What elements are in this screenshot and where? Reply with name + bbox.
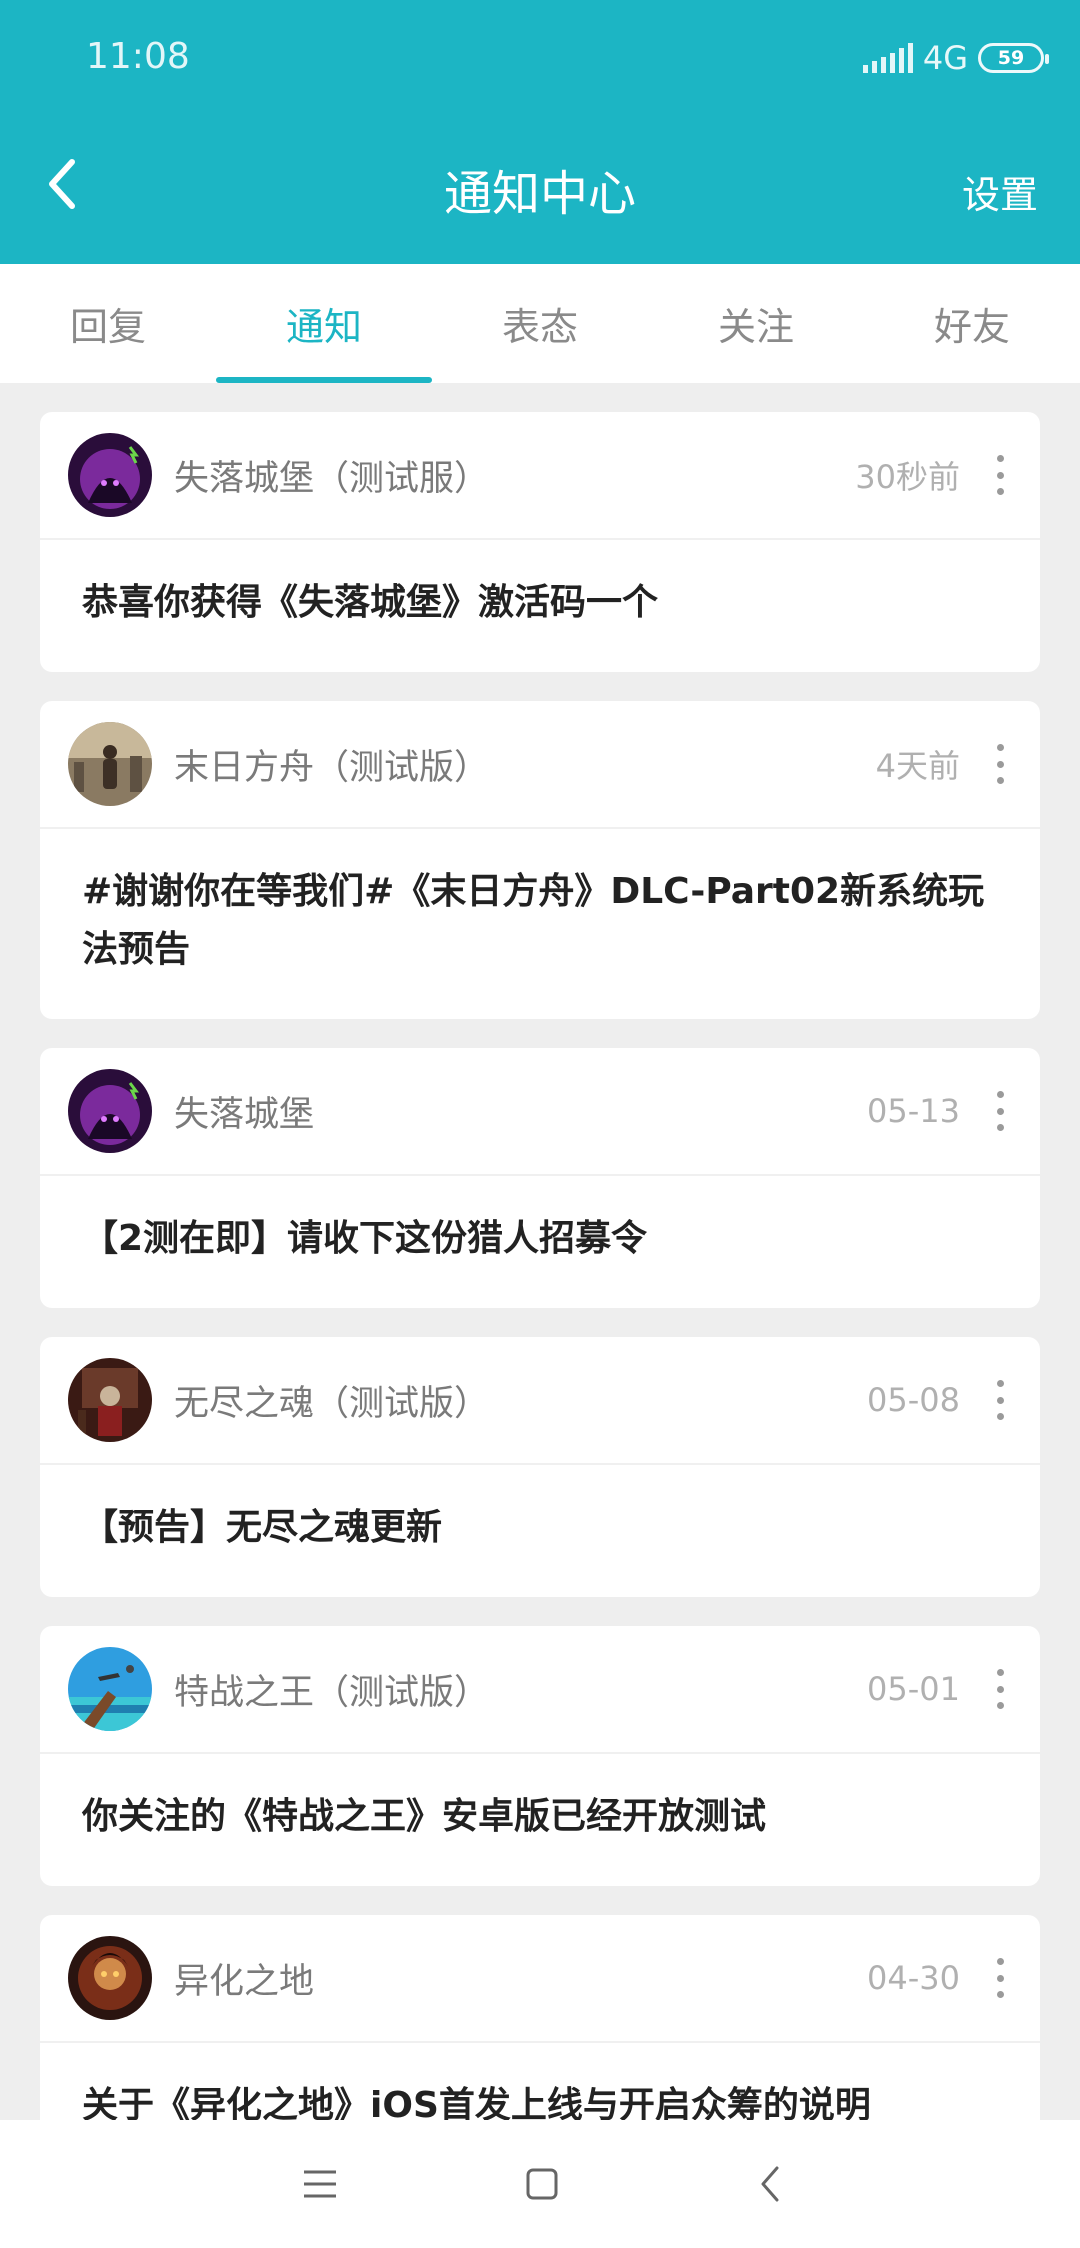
nav-back-button[interactable] [740,2154,800,2214]
game-name: 无尽之魂（测试版） [174,1383,490,1424]
card-header: 无尽之魂（测试版） 05-08 [40,1337,1040,1465]
home-button[interactable] [512,2154,572,2214]
game-name: 失落城堡 [174,1094,315,1135]
doomsday-ark-avatar-icon [68,722,152,806]
menu-button[interactable] [290,2154,350,2214]
special-forces-avatar-icon [68,1647,152,1731]
notification-card[interactable]: 无尽之魂（测试版） 05-08 【预告】无尽之魂更新 [40,1337,1040,1597]
timestamp: 05-13 [867,1092,960,1130]
notification-list: 失落城堡（测试服） 30秒前 恭喜你获得《失落城堡》激活码一个 末日方舟（测试版… [40,412,1040,2204]
tab-label: 回复 [69,305,146,349]
tab-friends[interactable]: 好友 [864,264,1080,383]
game-name: 失落城堡（测试服） [174,458,490,499]
settings-button[interactable]: 设置 [962,164,1038,219]
game-name: 异化之地 [174,1961,315,2002]
notification-message: 【2测在即】请收下这份猎人招募令 [82,1218,648,1259]
card-header: 失落城堡 05-13 [40,1048,1040,1176]
timestamp: 05-08 [867,1381,960,1419]
system-nav-bar [0,2120,1080,2248]
battery-level: 59 [997,47,1025,69]
home-square-icon [526,2168,558,2200]
alien-land-avatar-icon [68,1936,152,2020]
lost-castle-avatar-icon [68,1069,152,1153]
tab-reactions[interactable]: 表态 [432,264,648,383]
notification-card[interactable]: 末日方舟（测试版） 4天前 #谢谢你在等我们#《末日方舟》DLC-Part02新… [40,701,1040,1019]
game-avatar[interactable] [68,722,152,806]
card-header: 末日方舟（测试版） 4天前 [40,701,1040,829]
card-header: 失落城堡（测试服） 30秒前 [40,412,1040,540]
chevron-left-icon [761,2166,779,2202]
game-avatar[interactable] [68,1358,152,1442]
card-header: 异化之地 04-30 [40,1915,1040,2043]
game-avatar[interactable] [68,1936,152,2020]
card-header: 特战之王（测试版） 05-01 [40,1626,1040,1754]
tab-following[interactable]: 关注 [648,264,864,383]
active-tab-indicator [216,377,432,383]
more-options-icon[interactable] [988,1665,1012,1713]
notification-card[interactable]: 失落城堡（测试服） 30秒前 恭喜你获得《失落城堡》激活码一个 [40,412,1040,672]
game-name: 特战之王（测试版） [174,1672,490,1713]
tab-label: 通知 [285,305,362,349]
notification-message: 【预告】无尽之魂更新 [82,1507,443,1548]
notification-card[interactable]: 特战之王（测试版） 05-01 你关注的《特战之王》安卓版已经开放测试 [40,1626,1040,1886]
timestamp: 04-30 [867,1959,960,1997]
notification-message: #谢谢你在等我们#《末日方舟》DLC-Part02新系统玩法预告 [82,871,985,970]
tab-bar: 回复 通知 表态 关注 好友 [0,264,1080,383]
status-time: 11:08 [86,36,190,77]
game-avatar[interactable] [68,1647,152,1731]
signal-icon [862,43,913,73]
app-header: 11:08 4G 59 通知中心 设置 [0,0,1080,264]
tab-replies[interactable]: 回复 [0,264,216,383]
timestamp: 30秒前 [855,458,960,496]
timestamp: 05-01 [867,1670,960,1708]
notification-message: 恭喜你获得《失落城堡》激活码一个 [82,582,659,623]
network-type: 4G [922,39,968,77]
timestamp: 4天前 [875,747,960,785]
battery-icon: 59 [978,43,1049,73]
more-options-icon[interactable] [988,1087,1012,1135]
tab-label: 表态 [501,305,578,349]
tab-label: 好友 [933,305,1010,349]
notification-card[interactable]: 失落城堡 05-13 【2测在即】请收下这份猎人招募令 [40,1048,1040,1308]
game-name: 末日方舟（测试版） [174,747,490,788]
lost-castle-avatar-icon [68,433,152,517]
tab-notifications[interactable]: 通知 [216,264,432,383]
game-avatar[interactable] [68,433,152,517]
game-avatar[interactable] [68,1069,152,1153]
notification-message: 你关注的《特战之王》安卓版已经开放测试 [82,1796,767,1837]
endless-soul-avatar-icon [68,1358,152,1442]
page-title: 通知中心 [443,166,636,222]
more-options-icon[interactable] [988,451,1012,499]
status-icons: 4G 59 [862,38,1049,78]
more-options-icon[interactable] [988,1376,1012,1424]
tab-label: 关注 [717,305,794,349]
menu-icon [304,2170,336,2198]
more-options-icon[interactable] [988,740,1012,788]
more-options-icon[interactable] [988,1954,1012,2002]
